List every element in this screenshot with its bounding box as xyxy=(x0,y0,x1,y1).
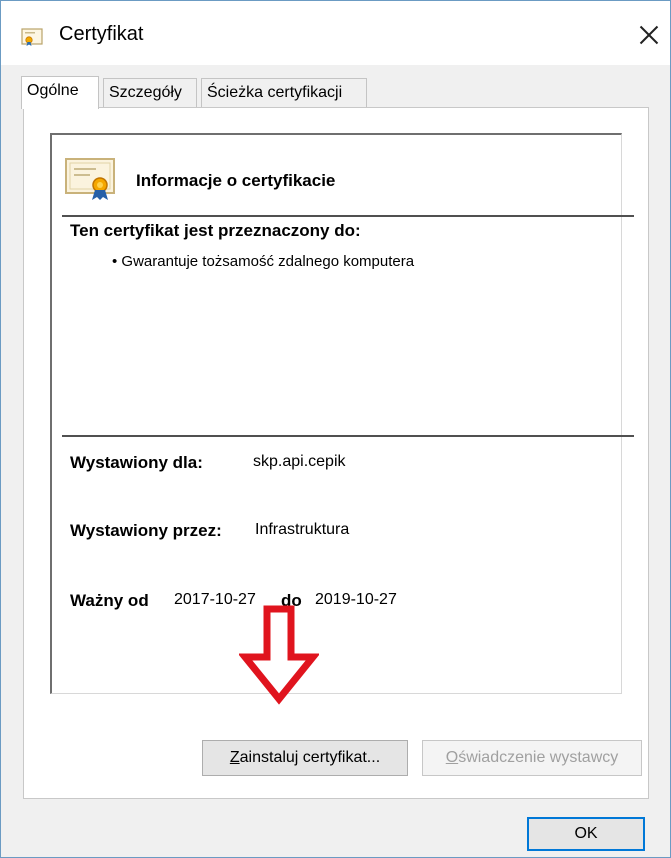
certificate-dialog: Certyfikat Ogólne Szczegóły Ścieżka cert… xyxy=(0,0,671,858)
arrow-down-icon xyxy=(239,605,319,705)
button-label: świadczenie wystawcy xyxy=(458,749,619,766)
button-label: OK xyxy=(574,825,598,842)
valid-to-value: 2019-10-27 xyxy=(315,591,397,608)
purpose-item: • Gwarantuje tożsamość zdalnego komputer… xyxy=(112,253,415,270)
tab-certification-path[interactable]: Ścieżka certyfikacji xyxy=(201,78,367,108)
tab-label: Ścieżka certyfikacji xyxy=(207,84,343,101)
issuer-statement-button: Oświadczenie wystawcy xyxy=(422,740,642,776)
ok-button[interactable]: OK xyxy=(527,817,645,851)
tab-general[interactable]: Ogólne xyxy=(21,76,99,109)
issued-by-label: Wystawiony przez: xyxy=(70,521,222,540)
certificate-icon xyxy=(65,158,115,200)
window-title: Certyfikat xyxy=(59,23,144,45)
certificate-icon xyxy=(21,28,43,46)
dialog-body: Ogólne Szczegóły Ścieżka certyfikacji In… xyxy=(1,65,670,857)
certificate-info-box: Informacje o certyfikacie Ten certyfikat… xyxy=(50,133,634,694)
issued-to-value: skp.api.cepik xyxy=(253,453,346,470)
info-heading: Informacje o certyfikacie xyxy=(136,171,336,190)
close-button[interactable] xyxy=(631,17,667,53)
install-certificate-button[interactable]: Zainstaluj certyfikat... xyxy=(202,740,408,776)
issued-by-value: Infrastruktura xyxy=(255,521,350,538)
general-tab-panel: Informacje o certyfikacie Ten certyfikat… xyxy=(23,107,649,799)
tab-label: Szczegóły xyxy=(109,84,182,101)
valid-from-label: Ważny od xyxy=(70,591,149,610)
access-key: Z xyxy=(229,749,240,766)
issued-to-label: Wystawiony dla: xyxy=(70,453,203,472)
tab-label: Ogólne xyxy=(27,82,79,99)
button-label: ainstaluj certyfikat... xyxy=(239,749,381,766)
purpose-heading: Ten certyfikat jest przeznaczony do: xyxy=(70,221,361,240)
title-bar: Certyfikat xyxy=(1,1,670,65)
access-key: O xyxy=(445,749,459,766)
divider xyxy=(62,435,634,437)
divider xyxy=(62,215,634,217)
tab-details[interactable]: Szczegóły xyxy=(103,78,197,108)
